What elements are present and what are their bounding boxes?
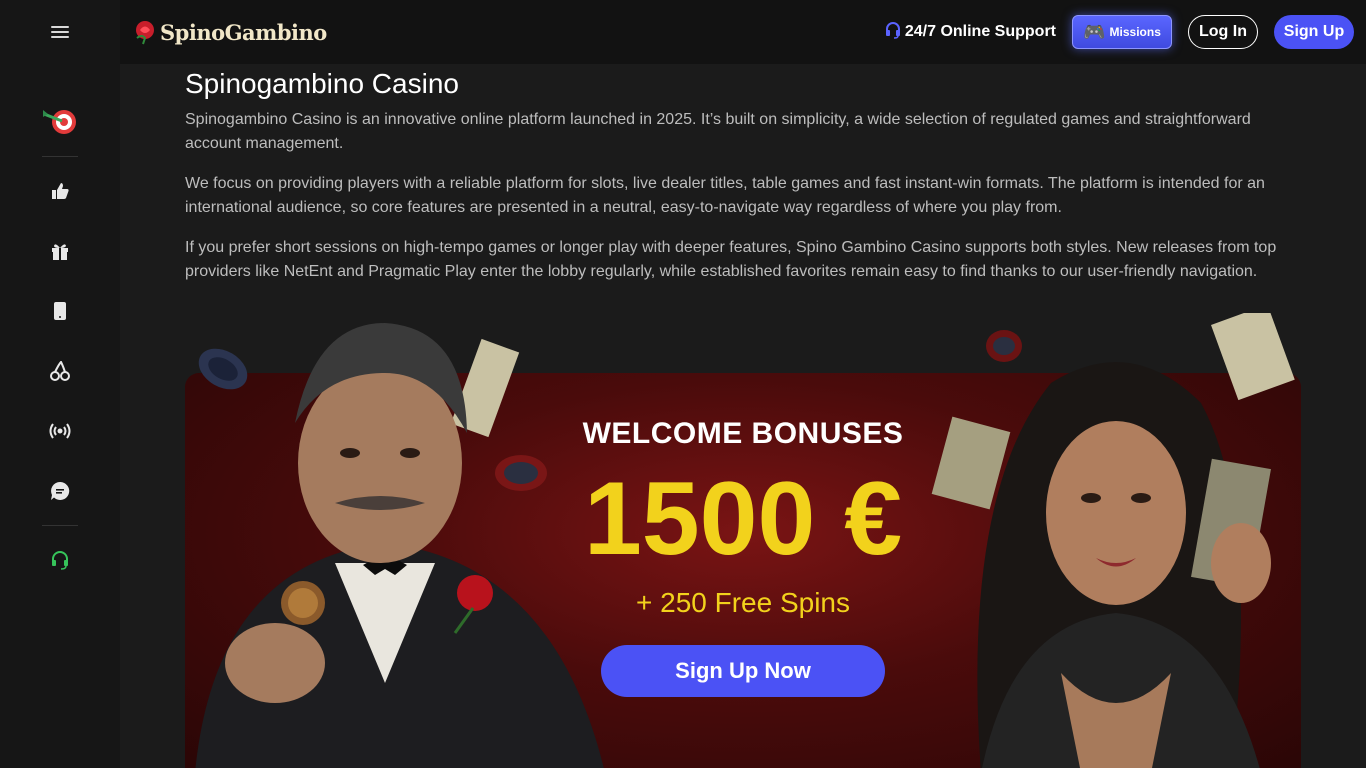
mobile-icon xyxy=(54,302,66,320)
bonus-heading: WELCOME BONUSES xyxy=(582,417,904,450)
bonus-content: WELCOME BONUSES 1500 € + 250 Free Spins … xyxy=(555,417,931,697)
chat-icon xyxy=(51,481,70,500)
gamepad-icon: 🎮 xyxy=(1083,21,1106,42)
sidebar-item-slots[interactable] xyxy=(0,341,120,401)
article-paragraph: We focus on providing players with a rel… xyxy=(185,175,1265,216)
sidebar-item-favorites[interactable] xyxy=(0,161,120,221)
dart-target-icon xyxy=(43,110,76,134)
sidebar-item-support[interactable] xyxy=(0,530,120,590)
sidebar-divider xyxy=(42,525,78,526)
headset-icon xyxy=(885,21,901,44)
article-paragraph: If you prefer short sessions on high-tem… xyxy=(185,239,1277,280)
support-label: 24/7 Online Support xyxy=(904,23,1056,40)
support-link[interactable]: 24/7 Online Support xyxy=(885,21,1056,44)
gift-icon xyxy=(52,244,68,260)
page-title: Spinogambino Casino xyxy=(185,68,459,99)
woman-illustration xyxy=(931,313,1295,768)
man-illustration xyxy=(195,323,604,768)
sidebar-item-promo[interactable] xyxy=(0,88,120,152)
signup-now-button[interactable]: Sign Up Now xyxy=(601,645,885,697)
thumbs-up-icon xyxy=(52,183,69,199)
sidebar-item-chat[interactable] xyxy=(0,461,120,521)
missions-button[interactable]: 🎮 Missions xyxy=(1072,15,1172,49)
sidebar-item-live[interactable] xyxy=(0,401,120,461)
free-spins-text: + 250 Free Spins xyxy=(635,587,851,618)
sidebar-item-bonuses[interactable] xyxy=(0,221,120,281)
bonus-amount: 1500 € xyxy=(583,461,903,577)
login-button[interactable]: Log In xyxy=(1188,15,1258,49)
article: Spinogambino Casino Spinogambino Casino … xyxy=(185,64,1301,284)
signup-button[interactable]: Sign Up xyxy=(1274,15,1354,49)
hamburger-icon xyxy=(51,23,69,41)
main-content: Spinogambino Casino Spinogambino Casino … xyxy=(120,64,1366,768)
menu-button[interactable] xyxy=(0,0,120,64)
sidebar-divider xyxy=(42,156,78,157)
top-actions: 24/7 Online Support 🎮 Missions Log In Si… xyxy=(885,15,1366,49)
headset-icon xyxy=(52,551,68,570)
rose-logo-icon xyxy=(136,21,154,45)
missions-label: Missions xyxy=(1109,25,1161,39)
article-paragraph: Spinogambino Casino is an innovative onl… xyxy=(185,111,1251,152)
welcome-bonus-banner[interactable]: WELCOME BONUSES 1500 € + 250 Free Spins … xyxy=(185,313,1301,768)
top-bar: SpinoGambino 24/7 Online Support 🎮 Missi… xyxy=(0,0,1366,64)
live-broadcast-icon xyxy=(49,423,71,439)
logo[interactable]: SpinoGambino xyxy=(132,0,327,64)
sidebar xyxy=(0,64,120,768)
cherry-icon xyxy=(50,361,70,381)
logo-text: SpinoGambino xyxy=(160,19,327,45)
sidebar-item-mobile[interactable] xyxy=(0,281,120,341)
